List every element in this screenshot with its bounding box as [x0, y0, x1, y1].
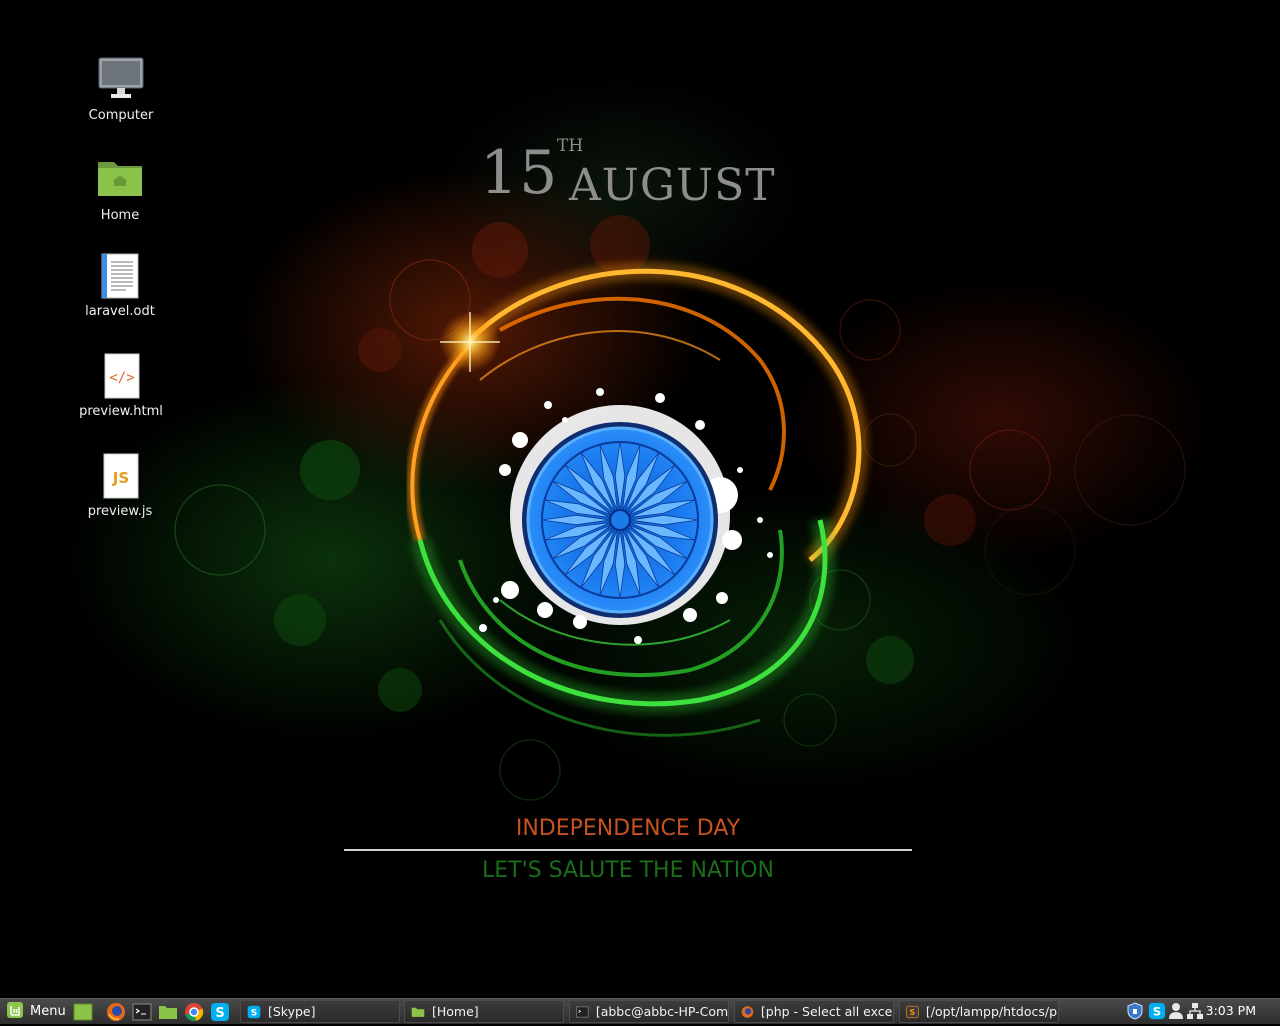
home-folder-icon: [96, 156, 144, 204]
desktop-icon-label: Computer: [88, 108, 154, 123]
task-terminal[interactable]: [abbc@abbc-HP-Com...: [569, 1000, 729, 1023]
tray-network[interactable]: [1186, 1002, 1204, 1020]
desktop-icon-preview-html[interactable]: </> preview.html: [66, 352, 176, 419]
task-label: [php - Select all exce...: [760, 1004, 893, 1019]
task-label: [Home]: [432, 1004, 479, 1019]
task-sublime[interactable]: S [/opt/lampp/htdocs/p...: [899, 1000, 1059, 1023]
taskbar: Menu S S [Skype] [Home] [abbc@abbc-HP-Co…: [0, 998, 1280, 1024]
desktop-icon-label: preview.js: [87, 504, 153, 519]
wallpaper-day: 15: [480, 138, 559, 208]
wallpaper-date: 15 TH AUGUST: [480, 136, 775, 211]
computer-icon: [97, 56, 145, 104]
shield-icon: [1127, 1002, 1143, 1020]
show-desktop-icon: [73, 1003, 93, 1021]
document-icon: [96, 252, 144, 300]
wallpaper-title: INDEPENDENCE DAY: [515, 816, 741, 841]
task-label: [abbc@abbc-HP-Com...: [595, 1004, 728, 1019]
desktop-icon-label: Home: [100, 208, 140, 223]
svg-text:S: S: [910, 1008, 916, 1017]
wallpaper-day-suffix: TH: [557, 136, 584, 156]
launcher-chrome[interactable]: [184, 1002, 204, 1022]
user-icon: [1169, 1003, 1183, 1019]
terminal-icon: [132, 1003, 152, 1021]
launcher-terminal[interactable]: [132, 1002, 152, 1022]
launcher-skype[interactable]: S: [210, 1002, 230, 1022]
task-label: [Skype]: [268, 1004, 316, 1019]
svg-text:S: S: [251, 1008, 258, 1018]
desktop-wallpaper: 15 TH AUGUST INDEPENDENCE DAY LET'S SALU…: [0, 0, 1280, 998]
task-home[interactable]: [Home]: [404, 1000, 564, 1023]
svg-text:</>: </>: [109, 370, 134, 386]
network-icon: [1187, 1003, 1203, 1019]
skype-icon: S: [1148, 1002, 1166, 1020]
desktop-icon-label: preview.html: [79, 404, 163, 419]
html-file-icon: </>: [97, 352, 145, 400]
terminal-icon: [576, 1006, 589, 1017]
ashoka-chakra: [522, 422, 718, 618]
files-icon: [159, 1006, 177, 1019]
desktop-icon-home[interactable]: Home: [65, 156, 175, 223]
desktop-icon-laravel-odt[interactable]: laravel.odt: [65, 252, 175, 319]
task-skype[interactable]: S [Skype]: [240, 1000, 400, 1023]
desktop-icon-computer[interactable]: Computer: [66, 56, 176, 123]
sublime-icon: S: [906, 1005, 919, 1018]
desktop-icon-preview-js[interactable]: JS preview.js: [65, 452, 175, 519]
tray-shield[interactable]: [1126, 1002, 1144, 1020]
tray-skype[interactable]: S: [1148, 1002, 1166, 1020]
firefox-icon: [741, 1005, 754, 1018]
desktop-icon-label: laravel.odt: [85, 304, 155, 319]
chrome-icon: [185, 1003, 204, 1022]
firefox-icon: [107, 1003, 125, 1021]
launcher-files[interactable]: [158, 1002, 178, 1022]
wallpaper-month: AUGUST: [569, 160, 776, 211]
skype-icon: S: [247, 1005, 261, 1018]
task-label: [/opt/lampp/htdocs/p...: [925, 1004, 1058, 1019]
launcher-show-desktop[interactable]: [73, 1002, 93, 1022]
svg-text:S: S: [1153, 1005, 1161, 1019]
wallpaper-subtitle: LET'S SALUTE THE NATION: [482, 858, 774, 883]
launcher-firefox[interactable]: [106, 1002, 126, 1022]
clock[interactable]: 3:03 PM: [1206, 1003, 1256, 1018]
mint-logo-icon: [6, 1001, 24, 1023]
skype-icon: S: [211, 1003, 229, 1021]
folder-icon: [411, 1007, 425, 1017]
task-firefox[interactable]: [php - Select all exce...: [734, 1000, 894, 1023]
menu-label: Menu: [30, 1004, 66, 1019]
menu-button[interactable]: Menu: [2, 1000, 70, 1023]
wallpaper-divider: [344, 849, 912, 851]
tray-user[interactable]: [1168, 1002, 1186, 1020]
svg-text:JS: JS: [112, 469, 129, 487]
js-file-icon: JS: [96, 452, 144, 500]
svg-text:S: S: [215, 1006, 224, 1021]
